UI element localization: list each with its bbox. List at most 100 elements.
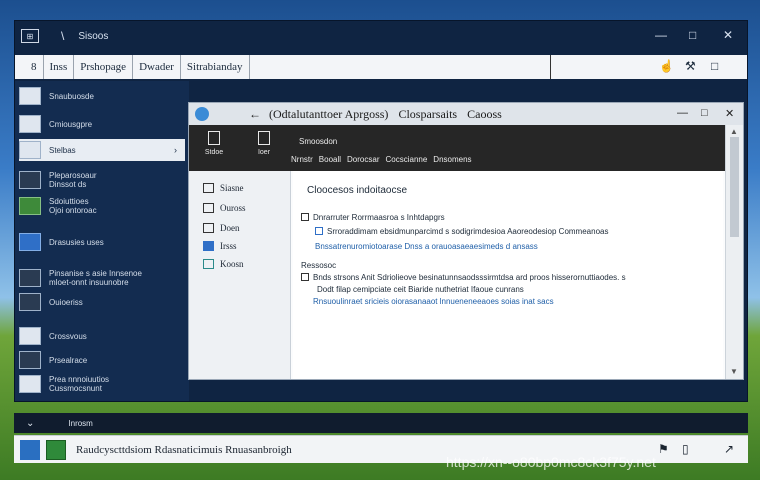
arrow-icon[interactable]: ↗ xyxy=(724,442,734,456)
panel-icon xyxy=(19,327,41,345)
sidebar-item-7[interactable]: Pinsanise s asie Innsenoe mloet-onnt ins… xyxy=(19,267,185,289)
sidebar-item-label: Drasusies uses xyxy=(49,237,104,247)
maximize-button[interactable]: □ xyxy=(689,28,696,42)
nav-item-5[interactable]: Koosn xyxy=(203,259,244,269)
inner-title-part-3: Caooss xyxy=(467,106,502,121)
content-line-text: Dnrarruter Rorrmaasroa s Inhtdapgrs xyxy=(313,213,445,222)
sidebar-item-label: Stelbas xyxy=(49,145,76,155)
document-icon xyxy=(208,131,220,145)
content-link-line-2[interactable]: Rnsuoulinraet sricieis oiorasanaaot lnnu… xyxy=(313,297,554,306)
inner-close-button[interactable]: ✕ xyxy=(725,107,734,120)
toolbar-item-2[interactable]: Inss xyxy=(44,55,75,79)
chevron-right-icon: › xyxy=(174,145,177,155)
tools-icon[interactable]: ⚒ xyxy=(685,59,696,73)
taskbar-text: Raudcyscttdsiom Rdasnaticimuis Rnuasanbr… xyxy=(76,443,292,456)
nav-item-4[interactable]: Irsss xyxy=(203,241,237,251)
window-icon[interactable]: □ xyxy=(711,59,718,73)
nav-item-2[interactable]: Ouross xyxy=(203,203,246,213)
sidebar-item-label: Prea nnnoiuutios Cussmocsnunt xyxy=(49,375,110,393)
sidebar-item-11[interactable]: Prea nnnoiuutios Cussmocsnunt xyxy=(19,373,185,395)
inner-title-bar: ← (Odtalutanttoer Aprgoss) Closparsaits … xyxy=(189,103,743,125)
ribbon-button-label: Ioer xyxy=(257,149,271,156)
content-link-line[interactable]: Bnssatrenuromiotoarase Dnss a orauoasaea… xyxy=(315,242,538,251)
section-label: Ressosoc xyxy=(301,261,337,270)
ribbon-tab-1[interactable]: Nrnstr xyxy=(291,155,313,164)
app-logo-icon: ⊞ xyxy=(21,29,39,43)
ribbon-tab-3[interactable]: Dorocsar xyxy=(347,155,379,164)
sidebar-item-label: Pleparosoaur Dinssot ds xyxy=(49,171,97,189)
inner-window: ← (Odtalutanttoer Aprgoss) Closparsaits … xyxy=(188,102,744,380)
back-button[interactable]: ← xyxy=(249,107,261,121)
ribbon-tab-5[interactable]: Dnsomens xyxy=(433,155,471,164)
watermark: https://xn--o80bp0mc8ck3f75y.net xyxy=(446,454,656,470)
nav-item-3[interactable]: Doen xyxy=(203,223,240,233)
scroll-up-icon[interactable]: ▲ xyxy=(730,127,738,136)
toolbar-item-5[interactable]: Sitrabianday xyxy=(181,55,250,79)
toolbar-item-3[interactable]: Prshopage xyxy=(74,55,134,79)
chevron-down-icon[interactable]: ⌄ xyxy=(26,418,34,429)
minimize-button[interactable]: — xyxy=(655,28,667,42)
sidebar-item-4[interactable]: Pleparosoaur Dinssot ds xyxy=(19,169,185,191)
document-tray-icon[interactable]: ▯ xyxy=(682,442,689,456)
inner-maximize-button[interactable]: □ xyxy=(701,107,708,119)
green-icon xyxy=(19,197,41,215)
hand-icon[interactable]: ☝ xyxy=(659,59,674,73)
scrollbar-thumb[interactable] xyxy=(730,137,739,237)
sidebar-item-10[interactable]: Prsealrace xyxy=(19,349,185,371)
toolbar-item-4[interactable]: Dwader xyxy=(133,55,181,79)
content-heading: Cloocesos indoitaocse xyxy=(307,185,408,196)
sidebar: Snaubuosde Cmiousgpre Stelbas › Pleparoso… xyxy=(15,81,189,401)
panel-icon xyxy=(19,171,41,189)
nav-item-label: Koosn xyxy=(220,259,244,269)
content-line-2[interactable]: Srroraddimam ebsidmunparcimd s sodigrimd… xyxy=(315,227,608,236)
vertical-scrollbar[interactable]: ▲ ▼ xyxy=(725,125,743,379)
taskbar-app-icon[interactable] xyxy=(20,439,40,460)
ribbon-tab-2[interactable]: Booall xyxy=(319,155,341,164)
main-toolbar: 8 Inss Prshopage Dwader Sitrabianday ☝ ⚒… xyxy=(15,55,747,79)
checkbox-icon xyxy=(301,213,309,221)
blue-icon xyxy=(19,233,41,251)
nav-item-label: Doen xyxy=(220,223,240,233)
folder-icon xyxy=(203,203,214,213)
ribbon-tab-4[interactable]: Cocscianne xyxy=(385,155,427,164)
panel-icon xyxy=(19,293,41,311)
sidebar-item-label: Crossvous xyxy=(49,331,87,341)
content-line-4[interactable]: Bnds strsons Anit Sdriolieove besinatunn… xyxy=(301,273,626,282)
close-button[interactable]: ✕ xyxy=(723,28,733,42)
outer-window-title: Sisoos xyxy=(78,30,109,42)
panel-icon xyxy=(19,115,41,133)
sidebar-item-9[interactable]: Crossvous xyxy=(19,325,185,347)
folder-icon xyxy=(203,183,214,193)
panel-icon xyxy=(19,87,41,105)
sidebar-item-6[interactable]: Drasusies uses xyxy=(19,231,185,253)
sidebar-item-8[interactable]: Ouioeriss xyxy=(19,291,185,313)
inner-title-part-2: Closparsaits xyxy=(398,106,458,121)
content-line-text: Srroraddimam ebsidmunparcimd s sodigrimd… xyxy=(327,227,609,236)
ribbon-button-ioer[interactable]: Ioer xyxy=(249,131,279,165)
panel-icon xyxy=(19,141,41,159)
panel-icon xyxy=(19,375,41,393)
content-line-1[interactable]: Dnrarruter Rorrmaasroa s Inhtdapgrs xyxy=(301,213,445,222)
toolbar-item-1[interactable]: 8 xyxy=(25,55,44,79)
status-strip: ⌄ Inrosm xyxy=(14,413,748,433)
checkbox-icon xyxy=(315,227,323,235)
sidebar-item-1[interactable]: Snaubuosde xyxy=(19,85,185,107)
flag-icon[interactable]: ⚑ xyxy=(658,442,669,456)
nav-item-1[interactable]: Siasne xyxy=(203,183,244,193)
status-text: Inrosm xyxy=(68,418,93,428)
inner-minimize-button[interactable]: — xyxy=(677,107,688,119)
nav-item-label: Irsss xyxy=(220,241,237,251)
nav-item-label: Ouross xyxy=(220,203,246,213)
folder-icon xyxy=(203,259,214,269)
scroll-down-icon[interactable]: ▼ xyxy=(730,367,738,376)
toolbar-divider xyxy=(550,55,551,79)
taskbar-app-icon-2[interactable] xyxy=(46,439,66,460)
document-icon xyxy=(258,131,270,145)
sidebar-item-3[interactable]: Stelbas › xyxy=(19,139,185,161)
folder-icon xyxy=(203,223,214,233)
sidebar-item-5[interactable]: Sdoiuttioes Ojoi ontoroac xyxy=(19,195,185,217)
ribbon-button-store[interactable]: Stdoe xyxy=(199,131,229,165)
content-pane: Cloocesos indoitaocse Dnrarruter Rorrmaa… xyxy=(293,171,723,379)
sidebar-item-2[interactable]: Cmiousgpre xyxy=(19,113,185,135)
ribbon: Stdoe Ioer Smoosdon Nrnstr Booall Dorocs… xyxy=(189,125,725,171)
